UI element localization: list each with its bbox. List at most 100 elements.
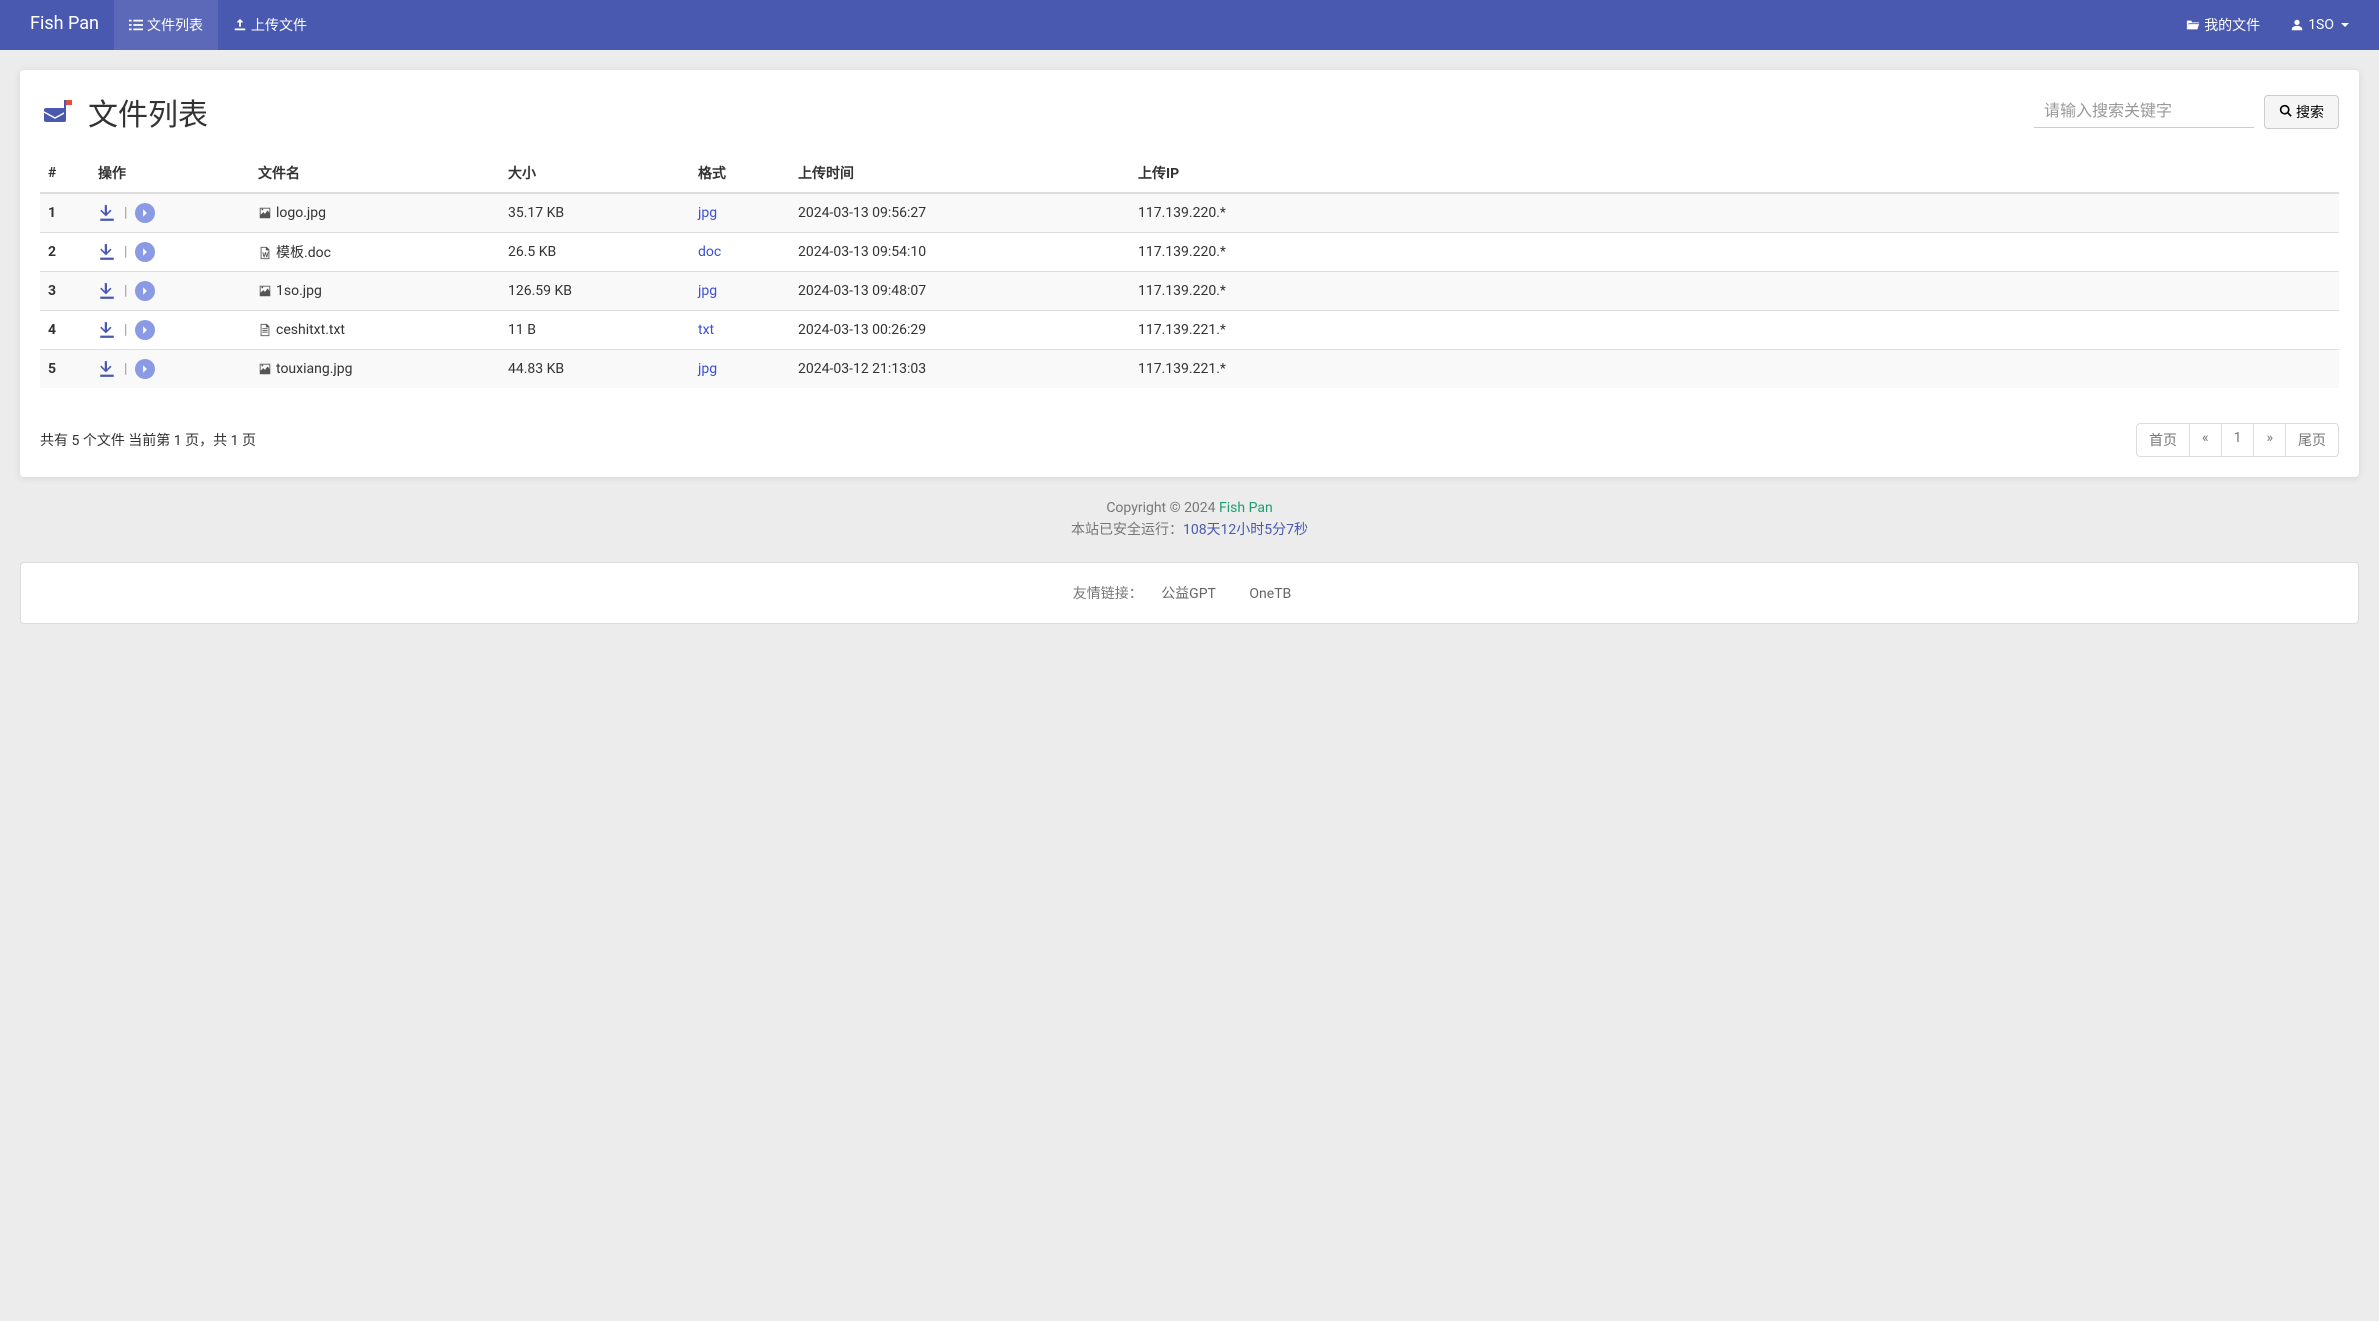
user-icon (2290, 18, 2304, 32)
search-icon (2279, 104, 2292, 120)
cell-name: ceshitxt.txt (250, 311, 500, 350)
cell-size: 11 B (500, 311, 690, 350)
links-bar: 友情链接： 公益GPT OneTB (20, 562, 2359, 624)
upload-icon (233, 18, 247, 32)
brand-link[interactable]: Fish Pan (15, 0, 114, 50)
table-row: 2|模板.doc26.5 KB doc 2024-03-13 09:54:10117… (40, 233, 2339, 272)
cell-time: 2024-03-12 21:13:03 (790, 350, 1130, 389)
th-ops: 操作 (90, 154, 250, 193)
th-ip: 上传IP (1130, 154, 2339, 193)
table-row: 5|touxiang.jpg44.83 KBjpg2024-03-12 21:1… (40, 350, 2339, 389)
search-input[interactable] (2034, 97, 2254, 128)
cell-ops: | (90, 193, 250, 233)
file-image-icon (258, 206, 272, 220)
cell-ip: 117.139.220.* (1130, 193, 2339, 233)
cell-format: jpg (690, 272, 790, 311)
cell-name: touxiang.jpg (250, 350, 500, 389)
table-footer: 共有 5 个文件 当前第 1 页，共 1 页 首页 « 1 » 尾页 (40, 423, 2339, 457)
copyright: Copyright © 2024 Fish Pan 本站已安全运行：108天12… (0, 497, 2379, 542)
cell-name: logo.jpg (250, 193, 500, 233)
file-word-icon (258, 246, 272, 260)
chevron-right-icon[interactable] (135, 281, 155, 301)
cell-format: txt (690, 311, 790, 350)
cell-ip: 117.139.221.* (1130, 311, 2339, 350)
cell-size: 126.59 KB (500, 272, 690, 311)
mailbox-icon (40, 94, 76, 130)
nav-my-files-label: 我的文件 (2204, 15, 2260, 35)
download-icon[interactable] (98, 360, 116, 378)
cell-ops: | (90, 350, 250, 389)
search-button-label: 搜索 (2296, 102, 2324, 122)
file-image-icon (258, 284, 272, 298)
cell-ops: | (90, 311, 250, 350)
table-row: 4|ceshitxt.txt11 B txt 2024-03-13 00:26:29… (40, 311, 2339, 350)
page-next[interactable]: » (2253, 423, 2286, 457)
search-button[interactable]: 搜索 (2264, 95, 2339, 129)
chevron-right-icon[interactable] (135, 320, 155, 340)
page-1[interactable]: 1 (2221, 423, 2255, 457)
page-title: 文件列表 (88, 90, 208, 134)
cell-index: 4 (40, 311, 90, 350)
nav-file-list[interactable]: 文件列表 (114, 0, 218, 50)
page-last[interactable]: 尾页 (2285, 423, 2339, 457)
summary-text: 共有 5 个文件 当前第 1 页，共 1 页 (40, 430, 256, 450)
chevron-right-icon[interactable] (135, 242, 155, 262)
cell-index: 2 (40, 233, 90, 272)
copyright-brand-link[interactable]: Fish Pan (1219, 500, 1273, 516)
uptime-value: 108天12小时5分7秒 (1183, 522, 1308, 538)
nav-user-label: 1SO (2308, 17, 2334, 33)
navbar: Fish Pan 文件列表 上传文件 我的文件 1SO (0, 0, 2379, 50)
file-image-icon (258, 362, 272, 376)
cell-time: 2024-03-13 09:48:07 (790, 272, 1130, 311)
download-icon[interactable] (98, 282, 116, 300)
cell-format: jpg (690, 193, 790, 233)
pagination: 首页 « 1 » 尾页 (2136, 423, 2339, 457)
page-header: 文件列表 搜索 (40, 90, 2339, 134)
cell-ops: | (90, 233, 250, 272)
cell-ip: 117.139.220.* (1130, 233, 2339, 272)
file-table: # 操作 文件名 大小 格式 上传时间 上传IP 1|logo.jpg35.17… (40, 154, 2339, 388)
cell-ops: | (90, 272, 250, 311)
link-gpt[interactable]: 公益GPT (1161, 586, 1216, 602)
folder-open-icon (2186, 18, 2200, 32)
th-name: 文件名 (250, 154, 500, 193)
file-text-icon (258, 323, 272, 337)
links-label: 友情链接： (1073, 586, 1143, 602)
chevron-right-icon[interactable] (135, 203, 155, 223)
cell-time: 2024-03-13 09:56:27 (790, 193, 1130, 233)
cell-size: 35.17 KB (500, 193, 690, 233)
download-icon[interactable] (98, 321, 116, 339)
format-link[interactable]: doc (698, 244, 721, 260)
nav-upload-file-label: 上传文件 (251, 15, 307, 35)
page-prev[interactable]: « (2189, 423, 2222, 457)
cell-name: 1so.jpg (250, 272, 500, 311)
format-link[interactable]: jpg (698, 361, 717, 377)
download-icon[interactable] (98, 243, 116, 261)
link-onetb[interactable]: OneTB (1249, 586, 1291, 602)
page-first[interactable]: 首页 (2136, 423, 2190, 457)
format-link[interactable]: jpg (698, 205, 717, 221)
cell-time: 2024-03-13 09:54:10 (790, 233, 1130, 272)
cell-ip: 117.139.221.* (1130, 350, 2339, 389)
format-link[interactable]: jpg (698, 283, 717, 299)
cell-format: doc (690, 233, 790, 272)
nav-file-list-label: 文件列表 (147, 15, 203, 35)
nav-upload-file[interactable]: 上传文件 (218, 0, 322, 50)
th-time: 上传时间 (790, 154, 1130, 193)
table-row: 1|logo.jpg35.17 KBjpg2024-03-13 09:56:27… (40, 193, 2339, 233)
nav-user-menu[interactable]: 1SO (2275, 0, 2364, 50)
cell-time: 2024-03-13 00:26:29 (790, 311, 1130, 350)
cell-ip: 117.139.220.* (1130, 272, 2339, 311)
cell-size: 26.5 KB (500, 233, 690, 272)
cell-name: 模板.doc (250, 233, 500, 272)
nav-my-files[interactable]: 我的文件 (2171, 0, 2275, 50)
format-link[interactable]: txt (698, 322, 714, 338)
cell-size: 44.83 KB (500, 350, 690, 389)
cell-index: 3 (40, 272, 90, 311)
download-icon[interactable] (98, 204, 116, 222)
main-panel: 文件列表 搜索 # 操作 文件名 大小 格式 上传时间 上传IP 1|logo.… (20, 70, 2359, 477)
chevron-down-icon (2341, 23, 2349, 27)
cell-format: jpg (690, 350, 790, 389)
chevron-right-icon[interactable] (135, 359, 155, 379)
th-format: 格式 (690, 154, 790, 193)
